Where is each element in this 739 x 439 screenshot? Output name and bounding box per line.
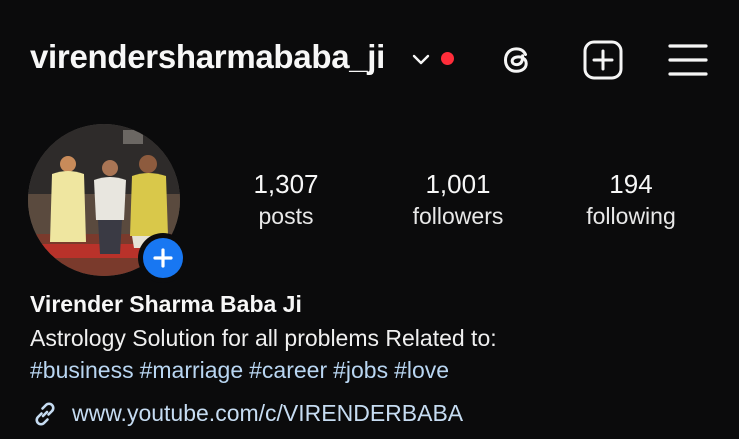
profile-link-text[interactable]: www.youtube.com/c/VIRENDERBABA xyxy=(72,400,463,427)
followers-count: 1,001 xyxy=(425,169,491,199)
posts-label: posts xyxy=(258,203,314,229)
account-username[interactable]: virendersharmababa_ji xyxy=(30,38,385,76)
plus-icon xyxy=(153,248,173,268)
new-post-icon[interactable] xyxy=(581,38,625,82)
hashtag-link[interactable]: #career xyxy=(249,357,327,383)
stat-posts[interactable]: 1,307 posts xyxy=(206,168,366,232)
menu-icon[interactable] xyxy=(666,38,710,82)
hashtag-link[interactable]: #marriage xyxy=(140,357,244,383)
hashtag-list: #business #marriage #career #jobs #love xyxy=(30,357,455,384)
stat-followers[interactable]: 1,001 followers xyxy=(378,168,538,232)
top-bar: virendersharmababa_ji xyxy=(0,0,739,120)
following-label: following xyxy=(586,203,676,229)
following-count: 194 xyxy=(609,169,653,199)
profile-name: Virender Sharma Baba Ji xyxy=(30,291,302,317)
chevron-down-icon[interactable] xyxy=(410,48,432,70)
add-story-button[interactable] xyxy=(138,233,188,283)
hashtag-link[interactable]: #jobs xyxy=(333,357,388,383)
stat-following[interactable]: 194 following xyxy=(551,168,711,232)
link-icon xyxy=(35,402,55,426)
threads-icon[interactable] xyxy=(495,38,539,82)
profile-bio: Astrology Solution for all problems Rela… xyxy=(30,325,497,351)
hashtag-link[interactable]: #love xyxy=(394,357,449,383)
hashtag-link[interactable]: #business xyxy=(30,357,134,383)
notification-dot xyxy=(441,52,454,65)
followers-label: followers xyxy=(412,203,504,229)
posts-count: 1,307 xyxy=(253,169,319,199)
